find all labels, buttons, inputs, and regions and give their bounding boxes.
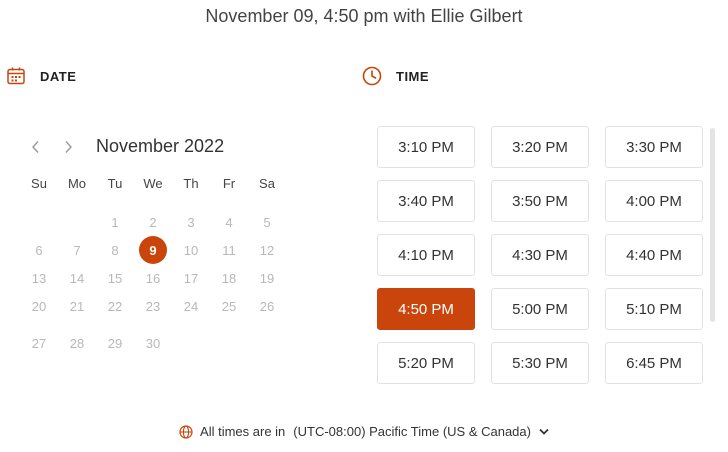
weekday-label: Su [31, 176, 47, 191]
weekday-label: Fr [222, 176, 236, 191]
calendar-week-row: 1 2 3 4 5 [20, 208, 286, 236]
calendar-day: 30 [145, 335, 161, 351]
chevron-left-icon [32, 140, 39, 153]
calendar-day: 23 [145, 298, 161, 314]
weekday-label: Tu [107, 176, 123, 191]
time-slot[interactable]: 5:10 PM [605, 288, 703, 330]
clock-icon [362, 66, 382, 86]
calendar-day: 21 [69, 298, 85, 314]
calendar-day: 12 [259, 242, 275, 258]
calendar-day-selected[interactable]: 9 [134, 236, 172, 264]
calendar-day: 13 [31, 270, 47, 286]
calendar-day: 26 [259, 298, 275, 314]
calendar-day: 4 [225, 214, 233, 230]
calendar-day: 20 [31, 298, 47, 314]
calendar-week-row: 20 21 22 23 24 25 26 [20, 292, 286, 320]
calendar-day: 5 [263, 214, 271, 230]
time-slot[interactable]: 3:20 PM [491, 126, 589, 168]
calendar-day: 18 [221, 270, 237, 286]
time-slot-scrollbar[interactable] [710, 128, 715, 322]
chevron-down-icon [539, 428, 549, 435]
month-label: November 2022 [96, 136, 225, 156]
calendar-day: 1 [111, 214, 119, 230]
calendar-day: 25 [221, 298, 237, 314]
timezone-row: All times are in (UTC-08:00) Pacific Tim… [0, 424, 728, 439]
calendar-day: 17 [183, 270, 199, 286]
time-slot[interactable]: 5:30 PM [491, 342, 589, 384]
calendar-day: 7 [73, 242, 81, 258]
previous-month-button[interactable] [26, 137, 46, 157]
page-title: November 09, 4:50 pm with Ellie Gilbert [205, 6, 523, 26]
calendar-day: 29 [107, 335, 123, 351]
time-slot-selected[interactable]: 4:50 PM [377, 288, 475, 330]
calendar-icon [6, 66, 26, 86]
calendar-day: 22 [107, 298, 123, 314]
globe-icon [179, 424, 193, 439]
time-section-label: TIME [396, 68, 430, 84]
time-section-header: TIME [362, 66, 429, 86]
time-slot[interactable]: 4:40 PM [605, 234, 703, 276]
calendar-day: 8 [111, 242, 119, 258]
selected-day-number: 9 [139, 236, 167, 264]
time-slot[interactable]: 3:50 PM [491, 180, 589, 222]
time-slot[interactable]: 3:30 PM [605, 126, 703, 168]
time-slot[interactable]: 4:10 PM [377, 234, 475, 276]
calendar-day: 19 [259, 270, 275, 286]
calendar-week-row: 6 7 8 9 10 11 12 [20, 236, 286, 264]
time-slot[interactable]: 5:20 PM [377, 342, 475, 384]
weekday-header: Su Mo Tu We Th Fr Sa [20, 176, 286, 191]
time-slot[interactable]: 3:40 PM [377, 180, 475, 222]
calendar-week-row: 27 28 29 30 [20, 329, 286, 357]
calendar-day: 16 [145, 270, 161, 286]
calendar-navigation: November 2022 [26, 136, 224, 157]
date-section-header: DATE [6, 66, 76, 86]
calendar-day: 15 [107, 270, 123, 286]
time-slot[interactable]: 4:30 PM [491, 234, 589, 276]
timezone-prefix: All times are in [200, 424, 286, 439]
timezone-value: (UTC-08:00) Pacific Time (US & Canada) [293, 424, 531, 439]
timezone-select[interactable]: (UTC-08:00) Pacific Time (US & Canada) [293, 424, 549, 439]
weekday-label: Mo [67, 176, 87, 191]
time-slot[interactable]: 4:00 PM [605, 180, 703, 222]
calendar-week-row: 13 14 15 16 17 18 19 [20, 264, 286, 292]
next-month-button[interactable] [58, 137, 78, 157]
date-section-label: DATE [40, 68, 77, 84]
calendar-day: 28 [69, 335, 85, 351]
calendar-day: 10 [183, 242, 199, 258]
time-slot[interactable]: 6:45 PM [605, 342, 703, 384]
calendar-day: 24 [183, 298, 199, 314]
calendar-day: 27 [31, 335, 47, 351]
time-slot[interactable]: 5:00 PM [491, 288, 589, 330]
chevron-right-icon [65, 140, 72, 153]
calendar-day: 2 [149, 214, 157, 230]
calendar-day: 14 [69, 270, 85, 286]
time-slot[interactable]: 3:10 PM [377, 126, 475, 168]
weekday-label: Sa [259, 176, 275, 191]
calendar-day: 6 [35, 242, 43, 258]
calendar-day: 3 [187, 214, 195, 230]
calendar-day: 11 [222, 242, 236, 258]
weekday-label: Th [183, 176, 199, 191]
weekday-label: We [143, 176, 163, 191]
